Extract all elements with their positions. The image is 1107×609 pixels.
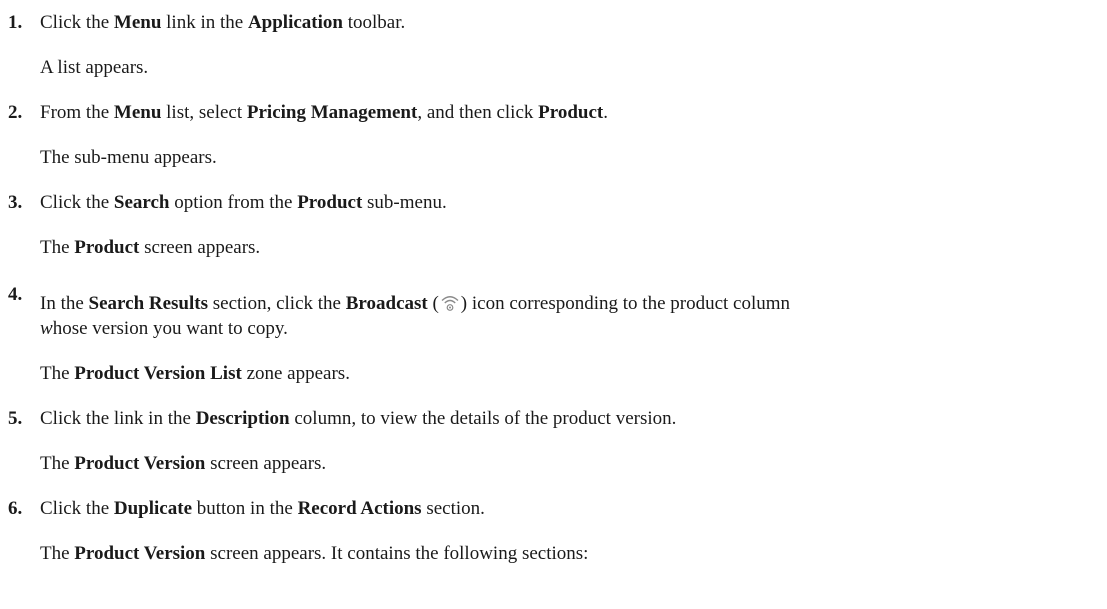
ui-term: Search Results <box>88 293 209 314</box>
broadcast-icon <box>440 294 460 318</box>
ui-term: Record Actions <box>297 498 422 519</box>
ui-term: Duplicate <box>113 498 192 519</box>
step-instruction: Click the link in the Description column… <box>40 408 677 429</box>
step-number: 3. <box>8 192 23 213</box>
ui-term: Product <box>297 192 363 213</box>
ui-term: Product Version <box>74 543 206 564</box>
ui-term: Product Version <box>74 453 206 474</box>
ui-term: Product <box>74 237 140 258</box>
step-number: 4. <box>8 284 23 305</box>
step-result: The Product Version screen appears. <box>40 453 327 474</box>
ui-term: Search <box>113 192 170 213</box>
step-instruction: In the Search Results section, click the… <box>40 293 790 318</box>
step-instruction: From the Menu list, select Pricing Manag… <box>40 102 608 123</box>
step-instruction-continued: whose version you want to copy. <box>40 318 288 339</box>
ui-term: Product <box>538 102 604 123</box>
ui-term: Menu <box>113 12 162 33</box>
step-result: The Product Version List zone appears. <box>40 363 350 384</box>
ui-term: Pricing Management <box>246 102 418 123</box>
ui-term: Product Version List <box>74 363 242 384</box>
step-result: The Product Version screen appears. It c… <box>40 543 589 564</box>
step-instruction: Click the Duplicate button in the Record… <box>40 498 485 519</box>
step-number: 1. <box>8 12 23 33</box>
step-result: The Product screen appears. <box>40 237 261 258</box>
step-number: 2. <box>8 102 23 123</box>
step-result: The sub-menu appears. <box>40 147 217 168</box>
ui-term: Application <box>247 12 343 33</box>
step-result: A list appears. <box>40 57 149 78</box>
step-number: 5. <box>8 408 23 429</box>
step-number: 6. <box>8 498 23 519</box>
ui-term: Description <box>195 408 290 429</box>
ui-term: Broadcast <box>345 293 428 314</box>
step-instruction: Click the Menu link in the Application t… <box>40 12 406 33</box>
ui-term: Menu <box>113 102 162 123</box>
step-instruction: Click the Search option from the Product… <box>40 192 447 213</box>
